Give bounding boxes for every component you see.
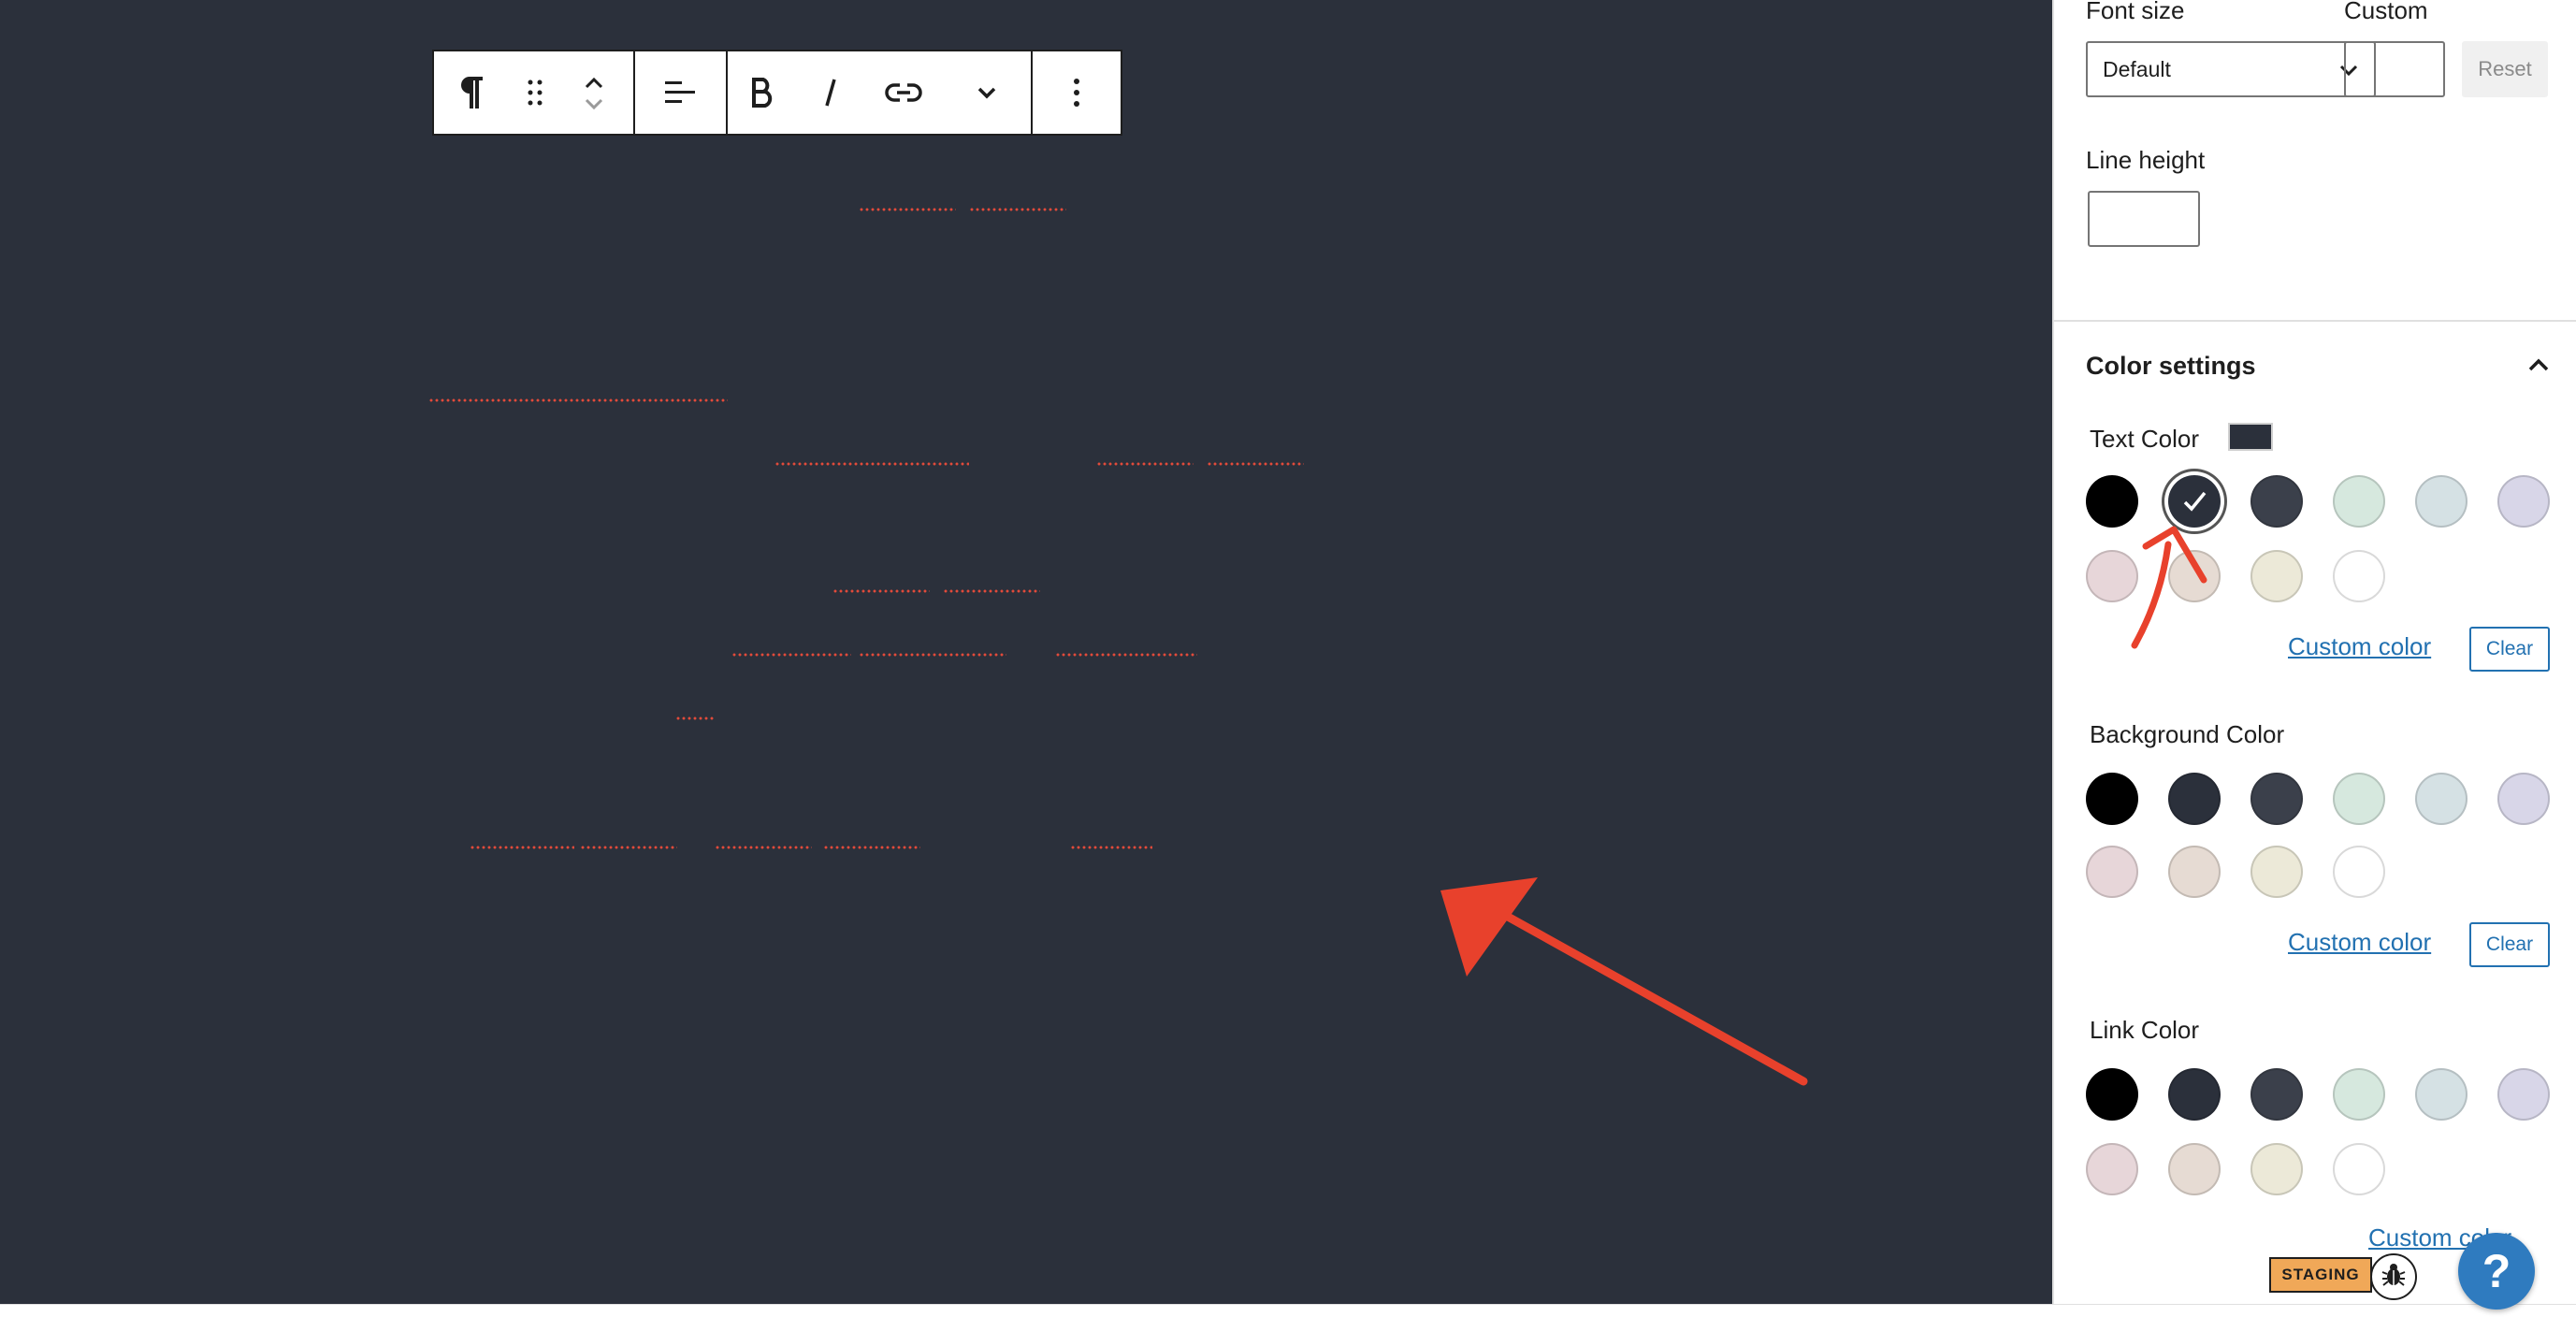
link-icon bbox=[885, 80, 922, 105]
color-swatch-lavender[interactable] bbox=[2497, 475, 2550, 528]
color-swatch-white[interactable] bbox=[2333, 1143, 2385, 1195]
spellcheck-underline bbox=[1055, 653, 1197, 657]
panel-divider bbox=[2054, 320, 2576, 322]
color-swatch-black[interactable] bbox=[2086, 1068, 2138, 1121]
drag-handle-icon bbox=[527, 79, 543, 107]
clear-text-color-button[interactable]: Clear bbox=[2469, 627, 2550, 672]
block-type-group bbox=[434, 51, 636, 134]
align-left-icon bbox=[663, 79, 697, 107]
link-button[interactable] bbox=[864, 51, 943, 134]
staging-badge: STAGING bbox=[2269, 1257, 2372, 1293]
clear-background-color-button[interactable]: Clear bbox=[2469, 922, 2550, 967]
link-color-label: Link Color bbox=[2090, 1016, 2200, 1044]
spellcheck-underline bbox=[859, 208, 956, 211]
color-swatch-pink[interactable] bbox=[2086, 550, 2138, 602]
bold-button[interactable] bbox=[728, 51, 797, 134]
text-color-label: Text Color bbox=[2090, 425, 2200, 453]
chevron-down-icon bbox=[976, 85, 998, 100]
color-swatch-pink[interactable] bbox=[2086, 1143, 2138, 1195]
color-swatch-beige[interactable] bbox=[2168, 1143, 2221, 1195]
spellcheck-underline bbox=[428, 398, 728, 402]
bug-icon bbox=[2380, 1261, 2408, 1294]
color-swatch-mint[interactable] bbox=[2333, 1068, 2385, 1121]
more-options-button[interactable] bbox=[1033, 51, 1121, 134]
color-swatch-beige[interactable] bbox=[2168, 550, 2221, 602]
color-swatch-cream[interactable] bbox=[2250, 1143, 2303, 1195]
color-swatch-cream[interactable] bbox=[2250, 846, 2303, 898]
spellcheck-underline bbox=[1207, 462, 1304, 466]
alignment-group bbox=[635, 51, 728, 134]
color-swatch-charcoal[interactable] bbox=[2250, 475, 2303, 528]
editor-canvas[interactable] bbox=[0, 0, 2052, 1304]
background-color-label: Background Color bbox=[2090, 720, 2285, 748]
formatting-group bbox=[728, 51, 1033, 134]
spellcheck-underline bbox=[823, 846, 920, 849]
align-button[interactable] bbox=[635, 51, 725, 134]
color-swatch-black[interactable] bbox=[2086, 773, 2138, 825]
spellcheck-underline bbox=[675, 716, 715, 720]
color-swatch-mint[interactable] bbox=[2333, 773, 2385, 825]
spellcheck-underline bbox=[731, 653, 851, 657]
spellcheck-underline bbox=[774, 462, 969, 466]
reset-button[interactable]: Reset bbox=[2462, 41, 2548, 97]
drag-handle-button[interactable] bbox=[509, 51, 561, 134]
custom-background-color-link[interactable]: Custom color bbox=[2288, 928, 2431, 957]
spellcheck-underline bbox=[943, 589, 1040, 593]
chevron-up-icon[interactable] bbox=[582, 71, 606, 95]
font-size-label: Font size bbox=[2086, 0, 2185, 24]
chevron-down-icon[interactable] bbox=[582, 95, 606, 114]
block-settings-sidebar: Font size Custom Default Reset Line heig… bbox=[2052, 0, 2576, 1304]
color-swatch-black[interactable] bbox=[2086, 475, 2138, 528]
block-toolbar bbox=[432, 50, 1122, 136]
custom-color-link[interactable]: Custom color bbox=[2288, 632, 2431, 661]
help-button[interactable]: ? bbox=[2458, 1233, 2535, 1310]
spellcheck-underline bbox=[470, 846, 574, 849]
spellcheck-underline bbox=[859, 653, 1006, 657]
spellcheck-underline bbox=[969, 208, 1066, 211]
color-swatch-light-blue[interactable] bbox=[2415, 475, 2467, 528]
color-swatch-dark-selected[interactable] bbox=[2168, 475, 2221, 528]
color-swatch-white[interactable] bbox=[2333, 846, 2385, 898]
chevron-up-icon[interactable] bbox=[2525, 354, 2552, 381]
spellcheck-underline bbox=[1096, 462, 1194, 466]
custom-size-label: Custom bbox=[2344, 0, 2428, 24]
color-swatch-cream[interactable] bbox=[2250, 550, 2303, 602]
line-height-label: Line height bbox=[2086, 146, 2206, 174]
more-formatting-button[interactable] bbox=[943, 51, 1031, 134]
color-swatch-charcoal[interactable] bbox=[2250, 1068, 2303, 1121]
options-group bbox=[1033, 51, 1121, 134]
color-swatch-lavender[interactable] bbox=[2497, 1068, 2550, 1121]
color-swatch-pink[interactable] bbox=[2086, 846, 2138, 898]
color-swatch-light-blue[interactable] bbox=[2415, 1068, 2467, 1121]
bold-icon bbox=[750, 77, 774, 109]
line-height-input[interactable] bbox=[2088, 191, 2200, 247]
italic-icon bbox=[821, 77, 840, 109]
color-swatch-light-blue[interactable] bbox=[2415, 773, 2467, 825]
bottom-strip bbox=[0, 1304, 2576, 1317]
debug-button[interactable] bbox=[2370, 1253, 2417, 1300]
color-swatch-lavender[interactable] bbox=[2497, 773, 2550, 825]
font-size-select-value: Default bbox=[2103, 56, 2171, 81]
color-swatch-mint[interactable] bbox=[2333, 475, 2385, 528]
more-options-icon bbox=[1073, 78, 1080, 108]
spellcheck-underline bbox=[832, 589, 930, 593]
paragraph-icon bbox=[458, 75, 485, 110]
current-text-color-indicator bbox=[2228, 423, 2273, 451]
color-swatch-dark[interactable] bbox=[2168, 1068, 2221, 1121]
spellcheck-underline bbox=[715, 846, 812, 849]
spellcheck-underline bbox=[580, 846, 677, 849]
color-swatch-beige[interactable] bbox=[2168, 846, 2221, 898]
color-settings-title[interactable]: Color settings bbox=[2086, 352, 2256, 381]
font-size-select[interactable]: Default bbox=[2086, 41, 2376, 97]
paragraph-block-button[interactable] bbox=[434, 51, 509, 134]
color-swatch-white[interactable] bbox=[2333, 550, 2385, 602]
spellcheck-underline bbox=[1070, 846, 1152, 849]
move-block-buttons bbox=[561, 51, 627, 134]
checkmark-icon bbox=[2179, 486, 2209, 521]
color-swatch-charcoal[interactable] bbox=[2250, 773, 2303, 825]
italic-button[interactable] bbox=[797, 51, 864, 134]
color-swatch-dark[interactable] bbox=[2168, 773, 2221, 825]
custom-font-size-input[interactable] bbox=[2344, 41, 2445, 97]
